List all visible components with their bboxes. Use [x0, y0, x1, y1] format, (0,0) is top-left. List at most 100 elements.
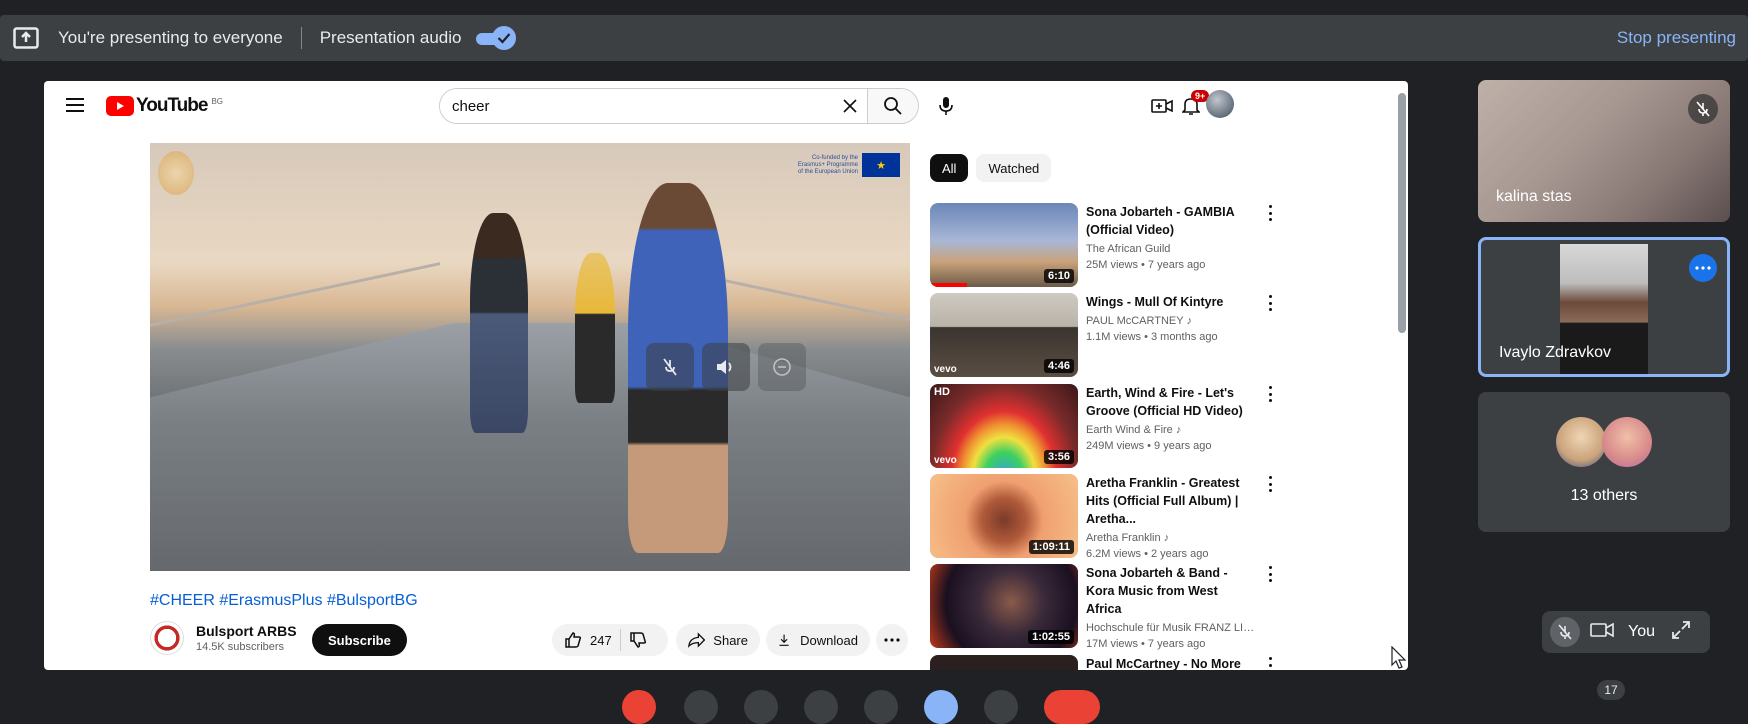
create-video-icon[interactable] [1150, 94, 1174, 118]
video-player[interactable]: Co-funded by the Erasmus+ Programme of the… [150, 143, 910, 571]
search-button[interactable] [867, 89, 918, 123]
stop-presenting-button[interactable]: Stop presenting [1617, 15, 1736, 61]
recommendation-item[interactable]: vevo 4:46 Wings - Mull Of Kintyre PAUL M… [930, 293, 1272, 377]
present-screen-icon [12, 26, 40, 50]
thumbnail[interactable]: HD vevo 3:56 [930, 384, 1078, 468]
share-icon [688, 632, 706, 648]
participant-avatar [1556, 417, 1606, 467]
recommendation-item[interactable]: HD vevo 3:56 Earth, Wind & Fire - Let's … [930, 384, 1272, 468]
subscribe-button[interactable]: Subscribe [312, 624, 407, 656]
rec-meta: 17M views • 7 years ago [1086, 638, 1206, 650]
dislike-icon[interactable] [629, 631, 647, 649]
like-dislike-group: 247 [552, 624, 668, 656]
clear-search-icon[interactable] [833, 89, 867, 123]
notifications-bell-icon[interactable]: 9+ [1179, 90, 1210, 118]
rec-channel[interactable]: Aretha Franklin ♪ [1086, 532, 1256, 544]
top-strip [0, 0, 1748, 15]
rec-title[interactable]: Paul McCartney - No More [1086, 655, 1256, 670]
participant-avatar [1602, 417, 1652, 467]
presenting-bar: You're presenting to everyone Presentati… [0, 15, 1748, 61]
recommendation-item[interactable]: 1:09:11 Aretha Franklin - Greatest Hits … [930, 474, 1272, 560]
rec-meta: 25M views • 7 years ago [1086, 259, 1206, 271]
volume-icon[interactable] [702, 343, 750, 391]
player-overlay-controls [646, 343, 806, 391]
search-icon [884, 97, 902, 115]
rec-meta: 1.1M views • 3 months ago [1086, 331, 1218, 343]
participant-tile-ivaylo[interactable]: Ivaylo Zdravkov [1478, 237, 1730, 377]
rec-channel[interactable]: Earth Wind & Fire ♪ [1086, 424, 1256, 436]
more-options-icon[interactable] [1689, 254, 1717, 282]
rec-title[interactable]: Sona Jobarteh - GAMBIA (Official Video) [1086, 203, 1256, 239]
eu-flag-icon: ★ [862, 153, 900, 177]
thumbnail[interactable]: 6:10 [930, 203, 1078, 287]
chip-all[interactable]: All [930, 154, 969, 182]
country-code: BG [211, 96, 224, 106]
logo-text: YouTube [136, 95, 208, 116]
video-title[interactable]: #CHEER #ErasmusPlus #BulsportBG [150, 592, 418, 610]
like-count[interactable]: 247 [590, 633, 612, 648]
channel-info: Bulsport ARBS 14.5K subscribers [150, 621, 297, 655]
thumbnail[interactable]: 1:09:11 [930, 474, 1078, 558]
rec-title[interactable]: Sona Jobarteh & Band - Kora Music from W… [1086, 564, 1256, 618]
thumbnail[interactable] [930, 655, 1078, 670]
rec-title[interactable]: Earth, Wind & Fire - Let's Groove (Offic… [1086, 384, 1256, 420]
dock-button[interactable] [864, 690, 898, 724]
rec-title[interactable]: Aretha Franklin - Greatest Hits (Officia… [1086, 474, 1256, 528]
cheer-logo [158, 151, 194, 195]
account-avatar[interactable] [1206, 90, 1234, 118]
divider [300, 27, 302, 49]
participant-tile-kalina[interactable]: kalina stas [1478, 80, 1730, 222]
search-input[interactable] [440, 89, 834, 123]
youtube-logo[interactable]: YouTube BG [106, 95, 223, 117]
dock-button[interactable] [744, 690, 778, 724]
others-count: 13 others [1570, 487, 1638, 504]
recommendation-item[interactable]: 6:10 Sona Jobarteh - GAMBIA (Official Vi… [930, 203, 1272, 287]
microphone-icon[interactable] [934, 94, 958, 118]
like-icon[interactable] [564, 631, 582, 649]
presenting-text: You're presenting to everyone [58, 28, 283, 47]
rec-channel[interactable]: The African Guild [1086, 243, 1256, 255]
menu-icon[interactable] [66, 98, 84, 112]
channel-avatar[interactable] [150, 621, 184, 655]
dock-button[interactable] [984, 690, 1018, 724]
video-scene-runner [575, 253, 615, 403]
participants-count-badge[interactable]: 17 [1597, 680, 1625, 700]
participant-tile-others[interactable]: 13 others [1478, 392, 1730, 532]
dock-button[interactable] [622, 690, 656, 724]
rec-meta: 249M views • 9 years ago [1086, 440, 1212, 452]
more-vertical-icon[interactable] [1264, 476, 1276, 492]
recommendation-item[interactable]: 1:02:55 Sona Jobarteh & Band - Kora Musi… [930, 564, 1272, 650]
rec-meta: 6.2M views • 2 years ago [1086, 548, 1209, 560]
more-vertical-icon[interactable] [1264, 205, 1276, 221]
mouse-cursor-icon [1391, 646, 1407, 669]
rec-title[interactable]: Wings - Mull Of Kintyre [1086, 293, 1256, 311]
more-vertical-icon[interactable] [1264, 295, 1276, 311]
rec-channel[interactable]: PAUL McCARTNEY ♪ [1086, 315, 1256, 327]
leave-call-button[interactable] [1044, 690, 1100, 724]
mute-icon[interactable] [646, 343, 694, 391]
share-button[interactable]: Share [676, 624, 760, 656]
mic-off-icon[interactable] [1550, 617, 1580, 647]
dock-button[interactable] [684, 690, 718, 724]
dock-button[interactable] [804, 690, 838, 724]
presentation-audio-toggle[interactable] [475, 26, 520, 50]
thumbnail[interactable]: vevo 4:46 [930, 293, 1078, 377]
more-vertical-icon[interactable] [1264, 657, 1276, 670]
channel-name[interactable]: Bulsport ARBS [196, 623, 297, 639]
recommendation-item[interactable]: Paul McCartney - No More [930, 655, 1272, 670]
more-vertical-icon[interactable] [1264, 566, 1276, 582]
play-logo-icon [106, 96, 134, 116]
thumbnail[interactable]: 1:02:55 [930, 564, 1078, 648]
rec-channel[interactable]: Hochschule für Musik FRANZ LISZT ... [1086, 622, 1256, 634]
participant-name: Ivaylo Zdravkov [1499, 344, 1612, 361]
more-vertical-icon[interactable] [1264, 386, 1276, 402]
expand-icon[interactable] [1671, 620, 1691, 645]
more-actions-button[interactable] [876, 624, 908, 656]
minus-icon[interactable] [758, 343, 806, 391]
download-button[interactable]: Download [766, 624, 870, 656]
dock-button[interactable] [924, 690, 958, 724]
eu-funding-logo: Co-funded by the Erasmus+ Programme of the… [798, 153, 900, 177]
youtube-header: YouTube BG 9+ [44, 81, 1408, 131]
chip-watched[interactable]: Watched [976, 154, 1052, 182]
camera-icon[interactable] [1590, 622, 1614, 643]
